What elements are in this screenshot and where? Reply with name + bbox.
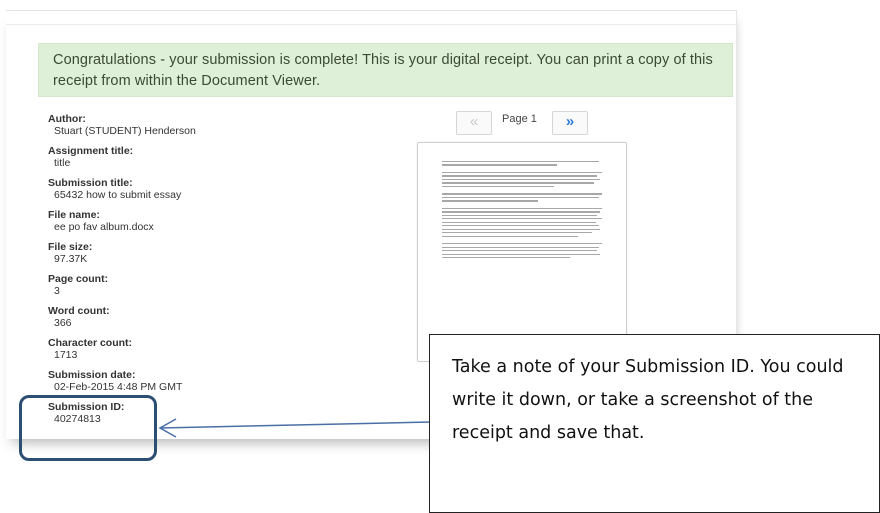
top-divider <box>6 24 736 25</box>
field-assignment-title: Assignment title: title <box>48 145 378 169</box>
field-file-name: File name: ee po fav album.docx <box>48 209 378 233</box>
receipt-details: Author: Stuart (STUDENT) Henderson Assig… <box>48 113 378 433</box>
field-label: Submission date: <box>48 369 136 381</box>
success-message: Congratulations - your submission is com… <box>53 52 713 89</box>
field-label: File size: <box>48 241 93 253</box>
field-value: Stuart (STUDENT) Henderson <box>54 125 196 137</box>
field-character-count: Character count: 1713 <box>48 337 378 361</box>
field-value: 3 <box>54 285 60 297</box>
instruction-callout: Take a note of your Submission ID. You c… <box>429 334 880 513</box>
next-page-button[interactable]: » <box>552 111 588 135</box>
field-value: 65432 how to submit essay <box>54 189 182 201</box>
submission-id-highlight <box>19 395 157 461</box>
field-submission-date: Submission date: 02-Feb-2015 4:48 PM GMT <box>48 369 378 393</box>
field-label: Submission title: <box>48 177 133 189</box>
field-label: Character count: <box>48 337 133 349</box>
field-label: Assignment title: <box>48 145 134 157</box>
field-author: Author: Stuart (STUDENT) Henderson <box>48 113 378 137</box>
field-page-count: Page count: 3 <box>48 273 378 297</box>
previous-page-button[interactable]: « <box>456 111 492 135</box>
document-text-lines <box>442 161 602 261</box>
field-value: title <box>54 157 71 169</box>
field-label: Word count: <box>48 305 110 317</box>
page-navigation: « Page 1 » <box>456 111 588 135</box>
field-submission-title: Submission title: 65432 how to submit es… <box>48 177 378 201</box>
document-thumbnail[interactable] <box>417 142 627 362</box>
field-word-count: Word count: 366 <box>48 305 378 329</box>
page-indicator: Page 1 <box>502 113 537 125</box>
field-value: 97.37K <box>54 253 88 265</box>
field-value: ee po fav album.docx <box>54 221 154 233</box>
field-file-size: File size: 97.37K <box>48 241 378 265</box>
success-banner: Congratulations - your submission is com… <box>38 43 733 97</box>
field-label: Page count: <box>48 273 109 285</box>
field-label: Author: <box>48 113 86 125</box>
callout-text: Take a note of your Submission ID. You c… <box>452 357 844 443</box>
field-label: File name: <box>48 209 100 221</box>
field-value: 02-Feb-2015 4:48 PM GMT <box>54 381 183 393</box>
field-value: 366 <box>54 317 72 329</box>
double-chevron-left-icon: « <box>469 113 479 130</box>
field-value: 1713 <box>54 349 78 361</box>
double-chevron-right-icon: » <box>565 113 575 130</box>
